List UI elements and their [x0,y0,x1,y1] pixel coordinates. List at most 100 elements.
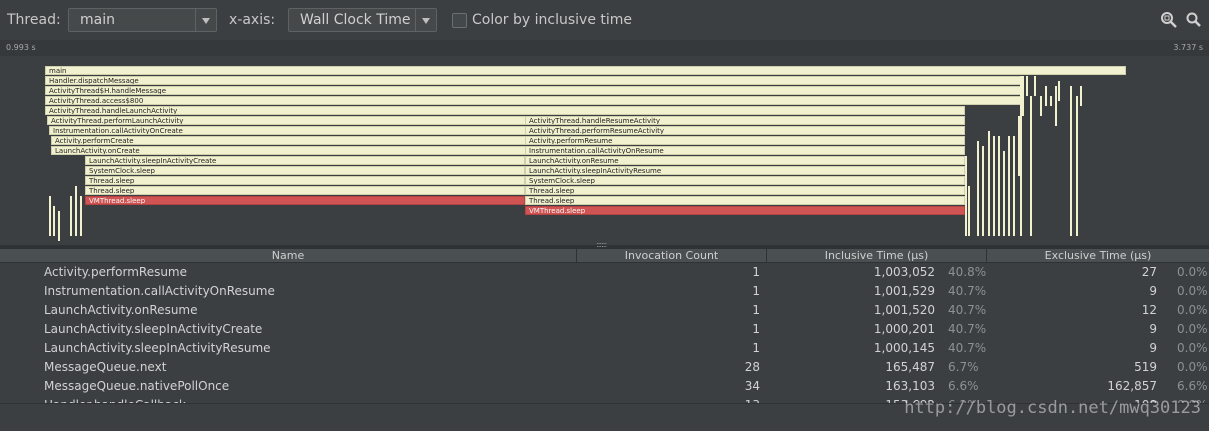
color-by-inclusive-checkbox[interactable] [452,13,467,28]
thread-label: Thread: [7,12,61,28]
call-tick [75,186,77,236]
zoom-fit-icon[interactable] [1160,11,1178,29]
call-tick [965,156,967,236]
call-chart[interactable]: main Handler.dispatchMessage ActivityThrea… [0,56,1209,246]
cell-invocation-count: 28 [744,360,760,374]
cell-name: LaunchActivity.sleepInActivityCreate [44,322,263,336]
call-tick [1045,86,1047,106]
cell-inclusive-time: 1,001,529 [873,284,935,298]
cell-exclusive-time: 9 [1149,341,1157,355]
right_stack-frame[interactable]: SystemClock.sleep [525,176,965,185]
right_stack-frame[interactable]: LaunchActivity.onResume [525,156,965,165]
cell-name: Activity.performResume [44,265,188,279]
search-icon[interactable] [1185,11,1203,29]
right_stack-frame[interactable]: Thread.sleep [525,186,965,195]
table-row[interactable]: MessageQueue.next 28 165,487 6.7% 519 0.0% [0,358,1209,377]
left_stack-frame[interactable]: Thread.sleep [85,176,525,185]
right_stack-frame[interactable]: Instrumentation.callActivityOnResume [525,146,965,155]
cell-inclusive-time: 1,000,145 [873,341,935,355]
column-header-inclusive-time[interactable]: Inclusive Time (µs) [767,249,987,262]
cell-inclusive-time: 1,000,201 [873,322,935,336]
left_stack-frame[interactable]: ActivityThread.handleLaunchActivity [45,106,965,115]
call-tick [1080,86,1082,106]
table-row[interactable]: LaunchActivity.sleepInActivityCreate 1 1,0… [0,320,1209,339]
cell-invocation-count: 1 [752,284,760,298]
cell-invocation-count: 1 [752,341,760,355]
column-header-name[interactable]: Name [0,249,577,262]
toolbar: Thread: main x-axis: Wall Clock Time Col… [0,0,1209,41]
cell-exclusive-pct: 6.6% [1177,379,1208,393]
xaxis-select[interactable]: Wall Clock Time [288,8,437,32]
column-header-exclusive-time[interactable]: Exclusive Time (µs) [987,249,1209,262]
table-row[interactable]: LaunchActivity.sleepInActivityResume 1 1,0… [0,339,1209,358]
right_stack-frame[interactable]: ActivityThread.handleResumeActivity [525,116,965,125]
drag-handle-icon[interactable]: :::::: [596,240,607,249]
cell-invocation-count: 1 [752,265,760,279]
cell-invocation-count: 1 [752,303,760,317]
time-range-ruler[interactable]: 0.993 s 3.737 s [0,40,1209,56]
cell-invocation-count: 1 [752,322,760,336]
cell-exclusive-time: 519 [1134,360,1157,374]
call-tick [58,211,60,241]
call-tick [982,146,984,236]
cell-inclusive-time: 165,487 [885,360,935,374]
table-row[interactable]: Instrumentation.callActivityOnResume 1 1,0… [0,282,1209,301]
call-tick [1022,76,1024,116]
call-tick [1030,96,1032,236]
table-row[interactable]: LaunchActivity.onResume 1 1,001,520 40.7% 12… [0,301,1209,320]
right_stack-frame[interactable]: ActivityThread.performResumeActivity [525,126,965,135]
color-by-inclusive-label[interactable]: Color by inclusive time [472,12,632,28]
cell-inclusive-pct: 40.7% [948,303,987,317]
left_stack-frame[interactable]: SystemClock.sleep [85,166,525,175]
chevron-down-icon[interactable] [415,9,436,31]
cell-inclusive-pct: 40.7% [948,322,987,336]
table-row[interactable]: MessageQueue.nativePollOnce 34 163,103 6.6%… [0,377,1209,396]
chevron-down-icon[interactable] [195,9,216,31]
left_stack-frame[interactable]: VMThread.sleep [85,196,525,205]
watermark: http://blog.csdn.net/mwq30123 [904,398,1201,418]
column-header-invocation-count[interactable]: Invocation Count [577,249,767,262]
time-range-end: 3.737 s [1173,43,1203,52]
cell-exclusive-time: 27 [1141,265,1157,279]
left_stack-frame[interactable]: Thread.sleep [85,186,525,195]
profile-table[interactable]: Activity.performResume 1 1,003,052 40.8% 27 0… [0,263,1209,403]
left_stack-frame[interactable]: ActivityThread$H.handleMessage [45,86,1022,95]
table-row[interactable]: Activity.performResume 1 1,003,052 40.8% 27 0… [0,263,1209,282]
cell-inclusive-pct: 6.7% [948,360,979,374]
call-tick [977,141,979,236]
call-tick [53,206,55,236]
left_stack-frame[interactable]: main [45,66,1126,75]
xaxis-select-value: Wall Clock Time [300,12,411,28]
right_stack-frame[interactable]: VMThread.sleep [525,206,965,215]
left_stack-frame[interactable]: ActivityThread.access$800 [45,96,1022,105]
cell-exclusive-pct: 0.0% [1177,341,1208,355]
call-tick [1008,136,1010,236]
call-tick [1055,86,1057,126]
call-tick [1076,96,1078,236]
time-range-start: 0.993 s [6,43,36,52]
cell-name: LaunchActivity.onResume [44,303,198,317]
cell-inclusive-pct: 40.7% [948,284,987,298]
cell-inclusive-time: 1,001,520 [873,303,935,317]
xaxis-label: x-axis: [229,12,276,28]
cell-exclusive-pct: 0.0% [1177,360,1208,374]
cell-exclusive-pct: 0.0% [1177,303,1208,317]
cell-exclusive-time: 9 [1149,284,1157,298]
call-tick [49,196,51,236]
right_stack-frame[interactable]: LaunchActivity.sleepInActivityResume [525,166,965,175]
right_stack-frame[interactable]: Activity.performResume [525,136,965,145]
left_stack-frame[interactable]: Handler.dispatchMessage [45,76,1022,85]
cell-inclusive-pct: 40.8% [948,265,987,279]
cell-inclusive-time: 163,103 [885,379,935,393]
left_stack-frame[interactable]: LaunchActivity.sleepInActivityCreate [85,156,525,165]
right_stack-frame[interactable]: Thread.sleep [525,196,965,205]
call-tick [80,196,82,236]
cell-name: Instrumentation.callActivityOnResume [44,284,275,298]
table-header: Name Invocation Count Inclusive Time (µs… [0,249,1209,263]
call-tick [70,196,72,236]
thread-select[interactable]: main [68,8,217,32]
cell-exclusive-time: 12 [1141,303,1157,317]
call-tick [1026,76,1028,96]
cell-invocation-count: 34 [744,379,760,393]
cell-exclusive-pct: 0.0% [1177,265,1208,279]
